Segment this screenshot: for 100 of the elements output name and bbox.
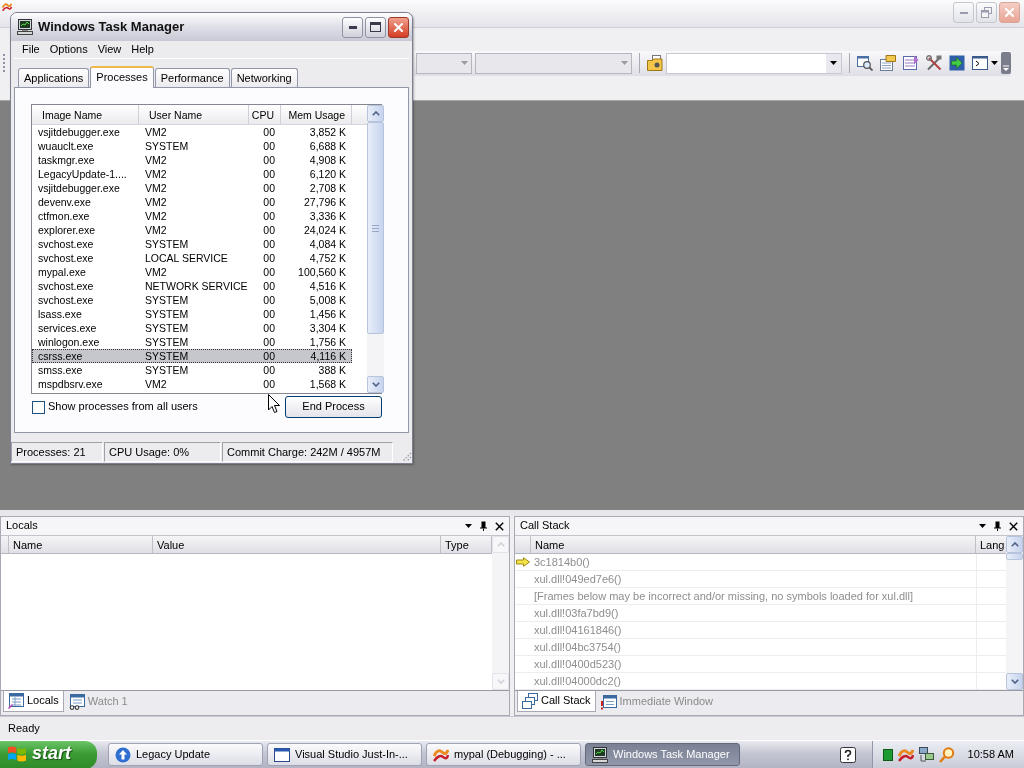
caret-down-icon[interactable] <box>979 524 986 528</box>
window-magnifier-icon[interactable] <box>857 55 873 71</box>
process-row[interactable]: svchost.exe LOCAL SERVICE 00 4,752 K <box>32 251 352 265</box>
scroll-down-button[interactable] <box>1006 673 1023 690</box>
column-header[interactable]: Mem Usage <box>281 105 352 124</box>
pin-icon[interactable] <box>994 521 1001 531</box>
restore-button[interactable] <box>976 2 997 23</box>
table-cell-text: vsjitdebugger.exe <box>37 125 121 139</box>
table-cell-text: devenv.exe <box>37 195 92 209</box>
column-header[interactable]: Image Name <box>32 105 139 124</box>
table-cell-text: VM2 <box>144 181 168 195</box>
square-icon[interactable] <box>882 748 893 761</box>
column-header[interactable]: Lang <box>976 536 1006 553</box>
table-cell-text: 27,796 K <box>302 195 347 209</box>
checkbox[interactable] <box>32 400 45 414</box>
document-grid-icon[interactable] <box>903 55 919 71</box>
pin-icon[interactable] <box>480 521 487 531</box>
column-header[interactable]: Value <box>153 536 441 553</box>
status-text: Ready <box>8 721 40 736</box>
process-row[interactable]: taskmgr.exe VM2 00 4,908 K <box>32 153 352 167</box>
caret-down-icon <box>621 61 628 65</box>
close-icon[interactable] <box>1009 521 1018 531</box>
scrollbar-thumb[interactable] <box>367 122 384 334</box>
scrollbar[interactable] <box>367 105 384 393</box>
folder-icon[interactable] <box>647 55 663 71</box>
tab[interactable]: Call Stack <box>517 691 596 712</box>
table-cell-text: VM2 <box>144 265 168 279</box>
monitor-icon <box>592 746 608 763</box>
process-row[interactable]: services.exe SYSTEM 00 3,304 K <box>32 321 352 335</box>
table-cell-text: VM2 <box>144 209 168 223</box>
table-cell-text: 6,688 K <box>308 139 347 153</box>
tab[interactable]: Locals <box>3 691 64 712</box>
stacked-windows-icon <box>522 693 538 709</box>
end-process-button[interactable]: End Process <box>285 396 382 418</box>
minimize-button[interactable] <box>342 16 363 38</box>
column-header[interactable]: Name <box>9 536 153 553</box>
tab[interactable]: Processes <box>90 66 154 88</box>
tab[interactable]: Applications <box>18 68 90 87</box>
process-row[interactable]: mypal.exe VM2 00 100,560 K <box>32 265 352 279</box>
tab[interactable]: Networking <box>230 68 298 87</box>
process-row[interactable]: smss.exe SYSTEM 00 388 K <box>32 363 352 377</box>
toolbar-grip-icon[interactable] <box>2 53 6 73</box>
command-window-icon[interactable] <box>972 55 988 71</box>
scrollbar[interactable] <box>1006 536 1023 690</box>
process-row[interactable]: svchost.exe SYSTEM 00 5,008 K <box>32 293 352 307</box>
column-header[interactable]: Name <box>531 536 976 553</box>
maximize-button[interactable] <box>365 16 386 38</box>
caret-down-icon[interactable] <box>465 524 472 528</box>
menu-item[interactable]: View <box>92 42 127 57</box>
process-row[interactable]: explorer.exe VM2 00 24,024 K <box>32 223 352 237</box>
process-row[interactable]: lsass.exe SYSTEM 00 1,456 K <box>32 307 352 321</box>
column-header[interactable]: User Name <box>139 105 249 124</box>
swirl-logo-icon[interactable] <box>897 746 914 763</box>
arrow-box-icon[interactable] <box>949 55 965 71</box>
table-cell-text: svchost.exe <box>37 237 95 251</box>
taskbar-button[interactable]: Visual Studio Just-In-... <box>267 743 422 766</box>
table-cell-text: SYSTEM <box>144 321 190 335</box>
scroll-down-button[interactable] <box>367 376 384 393</box>
computers-icon[interactable] <box>918 747 934 762</box>
tools-icon[interactable] <box>926 55 942 71</box>
table-cell-text: LegacyUpdate-1.... <box>37 167 128 181</box>
close-icon[interactable] <box>495 521 504 531</box>
table-cell-text: lsass.exe <box>37 307 83 321</box>
process-row[interactable]: svchost.exe SYSTEM 00 4,084 K <box>32 237 352 251</box>
table-cell-text: 00 <box>262 209 276 223</box>
resize-grip-icon[interactable] <box>400 450 412 462</box>
process-row[interactable]: devenv.exe VM2 00 27,796 K <box>32 195 352 209</box>
process-row[interactable]: winlogon.exe SYSTEM 00 1,756 K <box>32 335 352 349</box>
menu-item[interactable]: Help <box>126 42 159 57</box>
checkbox-label[interactable]: Show processes from all users <box>48 400 198 414</box>
toolbar-overflow-icon[interactable] <box>1001 52 1011 74</box>
help-icon[interactable] <box>839 746 856 763</box>
dropdown-field[interactable] <box>666 52 842 74</box>
window-title: Windows Task Manager <box>38 19 185 35</box>
process-row[interactable]: wuauclt.exe SYSTEM 00 6,688 K <box>32 139 352 153</box>
process-row[interactable]: vsjitdebugger.exe VM2 00 3,852 K <box>32 125 352 139</box>
process-row[interactable]: svchost.exe NETWORK SERVICE 00 4,516 K <box>32 279 352 293</box>
menu-item[interactable]: File <box>17 42 45 57</box>
clock[interactable]: 10:58 AM <box>967 747 1014 762</box>
taskbar-button[interactable]: Legacy Update <box>108 743 263 766</box>
menu-item[interactable]: Options <box>44 42 93 57</box>
start-button[interactable]: start <box>0 740 97 768</box>
process-row[interactable]: csrss.exe SYSTEM 00 4,116 K <box>32 349 352 363</box>
caret-down-icon[interactable] <box>991 61 998 65</box>
taskbar-button[interactable]: mypal (Debugging) - ... <box>426 743 581 766</box>
process-row[interactable]: mspdbsrv.exe VM2 00 1,568 K <box>32 377 352 391</box>
tab[interactable]: Performance <box>154 68 230 87</box>
flag-logo-icon <box>8 744 26 763</box>
scroll-up-button[interactable] <box>367 105 384 122</box>
process-row[interactable]: vsjitdebugger.exe VM2 00 2,708 K <box>32 181 352 195</box>
documents-icon[interactable] <box>880 55 896 71</box>
close-button[interactable] <box>388 16 409 38</box>
table-cell-text: 00 <box>262 251 276 265</box>
table-cell-text: 00 <box>262 307 276 321</box>
process-row[interactable]: LegacyUpdate-1.... VM2 00 6,120 K <box>32 167 352 181</box>
process-row[interactable]: ctfmon.exe VM2 00 3,336 K <box>32 209 352 223</box>
column-header[interactable]: CPU <box>249 105 281 124</box>
scrollbar-thumb[interactable] <box>1006 553 1023 560</box>
scroll-up-button[interactable] <box>1006 536 1023 553</box>
table-cell-text: SYSTEM <box>144 237 190 251</box>
